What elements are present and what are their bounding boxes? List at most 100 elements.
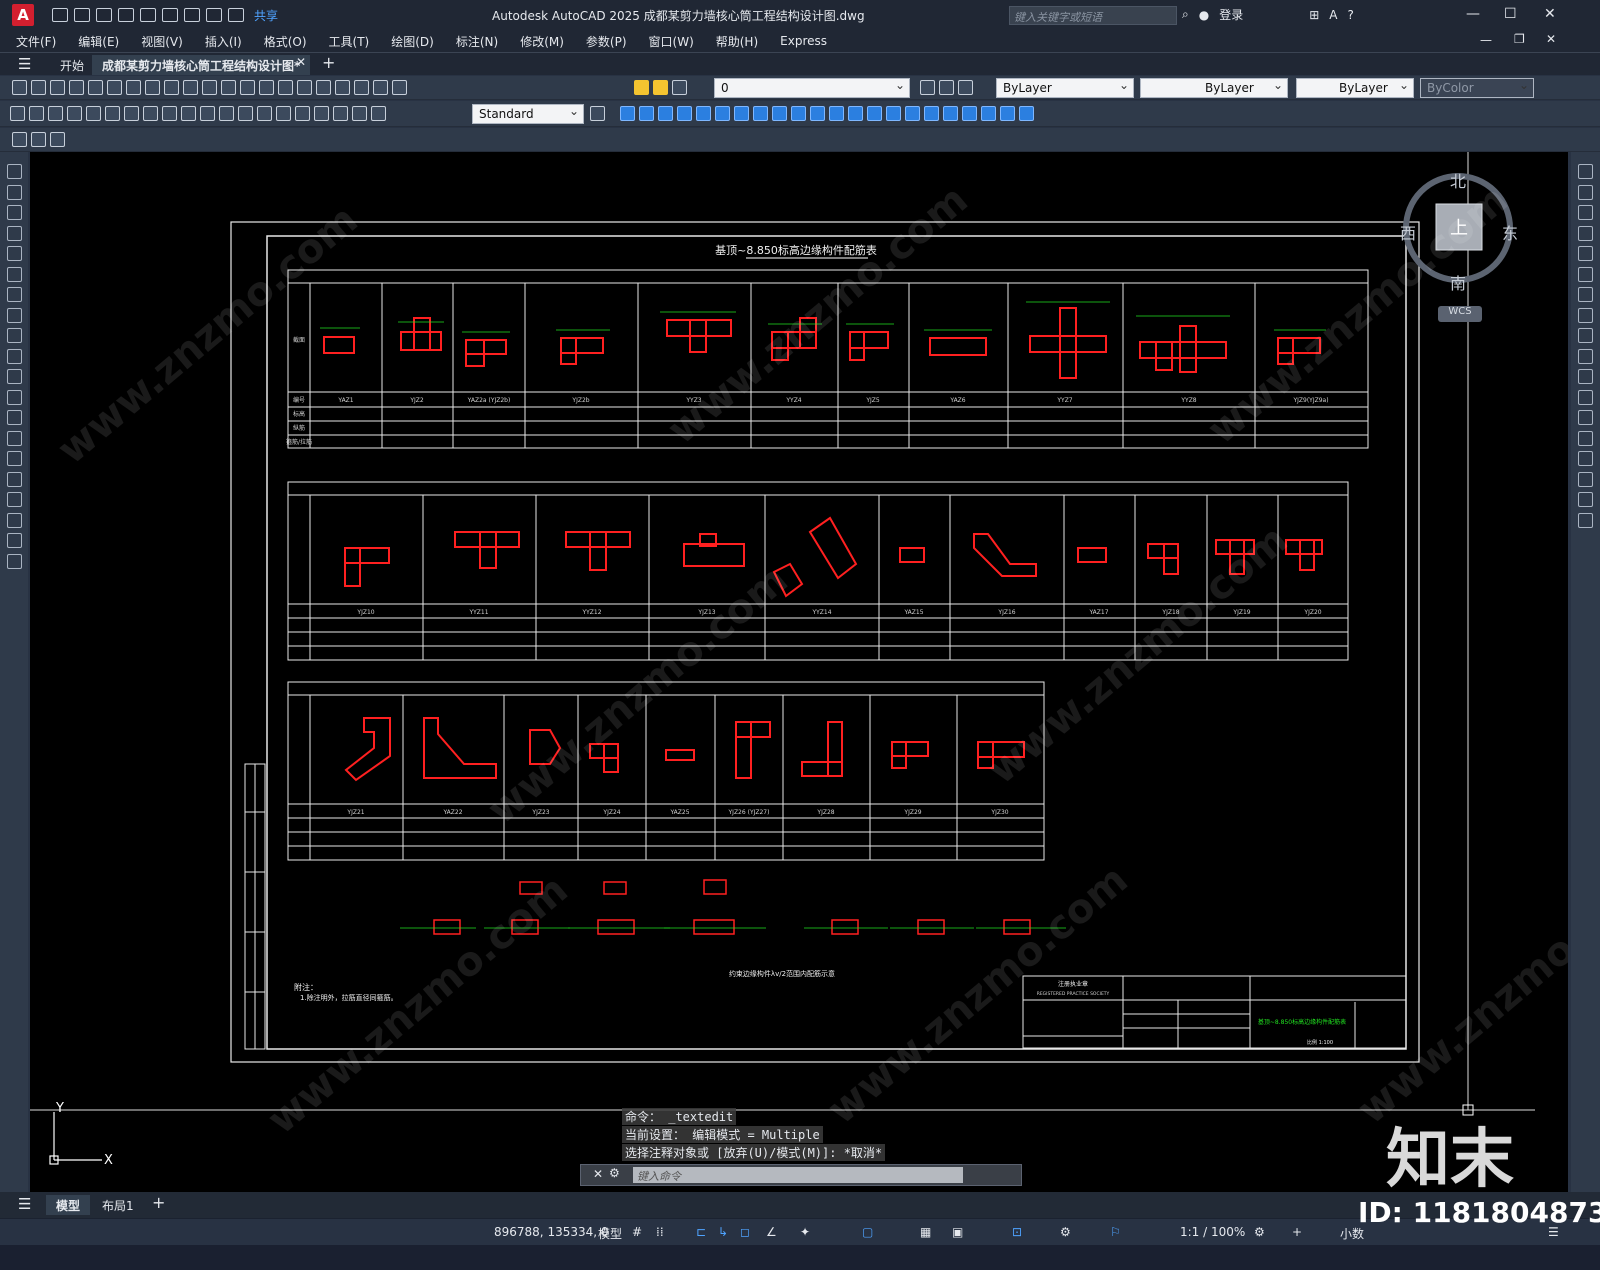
selection-cycling-icon[interactable]: ▣ <box>952 1225 963 1239</box>
copy-icon[interactable] <box>1578 184 1593 200</box>
trim-icon[interactable] <box>1578 348 1593 364</box>
open-icon[interactable] <box>31 80 46 95</box>
doc-close-icon[interactable]: ✕ <box>1546 32 1556 46</box>
helix-icon[interactable] <box>753 106 768 121</box>
center-mark-icon[interactable] <box>276 106 291 121</box>
torus-icon[interactable] <box>715 106 730 121</box>
dynamic-input-icon[interactable]: ✦ <box>800 1225 810 1239</box>
doc-restore-icon[interactable]: ❐ <box>1514 32 1525 46</box>
ordinate-dim-icon[interactable] <box>67 106 82 121</box>
doc-minimize-icon[interactable]: — <box>1480 33 1492 47</box>
annotation-scale-icon[interactable]: ⚐ <box>1110 1225 1121 1239</box>
3d-align-icon[interactable] <box>1019 106 1034 121</box>
save-as-icon[interactable] <box>118 8 134 22</box>
cart-icon[interactable]: ⊞ <box>1309 8 1319 22</box>
design-center-icon[interactable] <box>316 80 331 95</box>
preview-icon[interactable] <box>88 80 103 95</box>
mirror-icon[interactable] <box>1578 205 1593 220</box>
layer-states-icon[interactable] <box>958 80 973 95</box>
publish-icon[interactable] <box>107 80 122 95</box>
paste-icon[interactable] <box>183 80 198 95</box>
jogged-dim-icon[interactable] <box>105 106 120 121</box>
continue-dim-icon[interactable] <box>200 106 215 121</box>
planar-surface-icon[interactable] <box>772 106 787 121</box>
fillet-icon[interactable] <box>1578 471 1593 487</box>
text-style-dropdown[interactable]: Standard <box>472 104 584 124</box>
linetype-dropdown[interactable]: ByLayer <box>1140 78 1288 98</box>
help-search-input[interactable]: 键入关键字或短语 <box>1009 6 1177 25</box>
viewcube-east[interactable]: 东 <box>1502 220 1518 244</box>
dim-space-icon[interactable] <box>219 106 234 121</box>
redo-icon[interactable] <box>240 80 255 95</box>
polysolid-icon[interactable] <box>943 106 958 121</box>
menu-help[interactable]: 帮助(H) <box>716 33 758 50</box>
array-icon[interactable] <box>1578 246 1593 261</box>
dim-text-edit-icon[interactable] <box>352 106 367 121</box>
minimize-window-icon[interactable]: — <box>1466 6 1480 22</box>
otrack-icon[interactable]: ∠ <box>766 1225 777 1239</box>
coordinates-readout[interactable]: 896788, 135334, 0 <box>494 1225 609 1239</box>
region-icon[interactable] <box>7 492 22 507</box>
ortho-icon[interactable]: ⊏ <box>696 1225 706 1239</box>
3d-move-icon[interactable] <box>981 106 996 121</box>
match-prop-icon[interactable] <box>202 80 217 95</box>
redo-icon[interactable] <box>228 8 244 22</box>
ellipse-icon[interactable] <box>7 348 22 364</box>
web-open-icon[interactable] <box>140 8 156 22</box>
offset-icon[interactable] <box>1578 225 1593 241</box>
menu-parametric[interactable]: 参数(P) <box>586 33 627 50</box>
arc-icon[interactable] <box>7 266 22 282</box>
arc-dim-icon[interactable] <box>48 106 63 121</box>
layer-lock-icon[interactable] <box>672 80 687 95</box>
linear-dim-icon[interactable] <box>10 106 25 121</box>
sweep-icon[interactable] <box>829 106 844 121</box>
revolve-icon[interactable] <box>848 106 863 121</box>
dim-update-icon[interactable] <box>371 106 386 121</box>
plotstyle-dropdown[interactable]: ByColor <box>1420 78 1534 98</box>
break-icon[interactable] <box>1578 410 1593 425</box>
dim-style-icon[interactable] <box>590 106 605 121</box>
blend-icon[interactable] <box>1578 492 1593 507</box>
loft-icon[interactable] <box>867 106 882 121</box>
copy-icon[interactable] <box>164 80 179 95</box>
model-space-button[interactable]: 模型 <box>598 1225 622 1242</box>
cylinder-icon[interactable] <box>696 106 711 121</box>
plot-icon[interactable] <box>69 80 84 95</box>
viewcube-north[interactable]: 北 <box>1450 168 1466 192</box>
tab-drawing[interactable]: 成都某剪力墙核心筒工程结构设计图* <box>92 55 311 75</box>
transparency-icon[interactable]: ▦ <box>920 1225 931 1239</box>
tab-model[interactable]: 模型 <box>46 1195 91 1215</box>
tab-layout1[interactable]: 布局1 <box>92 1195 144 1215</box>
pyramid-icon[interactable] <box>734 106 749 121</box>
web-save-icon[interactable] <box>162 8 178 22</box>
open-file-icon[interactable] <box>74 8 90 22</box>
layout-menu-icon[interactable]: ☰ <box>18 1195 31 1213</box>
diameter-dim-icon[interactable] <box>124 106 139 121</box>
ellipse-arc-icon[interactable] <box>7 369 22 384</box>
inspect-icon[interactable] <box>295 106 310 121</box>
jogged-linear-icon[interactable] <box>314 106 329 121</box>
menu-format[interactable]: 格式(O) <box>264 33 307 50</box>
menu-edit[interactable]: 编辑(E) <box>78 33 119 50</box>
box-icon[interactable] <box>620 106 635 121</box>
make-current-icon[interactable] <box>920 80 935 95</box>
radius-dim-icon[interactable] <box>86 106 101 121</box>
hatch-icon[interactable] <box>7 451 22 466</box>
search-icon[interactable]: ⌕ <box>1182 7 1189 22</box>
tab-start[interactable]: 开始 <box>50 55 94 75</box>
erase-icon[interactable] <box>1578 164 1593 179</box>
share-button[interactable]: 共享 <box>254 7 278 24</box>
properties-icon[interactable] <box>297 80 312 95</box>
menu-dimension[interactable]: 标注(N) <box>456 33 498 50</box>
drawing-canvas[interactable]: 基顶~8.850标高边缘构件配筋表 YAZ1 YJZ2 YAZ2a (YJZ2b… <box>30 152 1568 1192</box>
3d-osnap-icon[interactable]: ⊡ <box>1012 1225 1022 1239</box>
tab-close-icon[interactable]: ✕ <box>296 55 306 69</box>
menu-file[interactable]: 文件(F) <box>16 33 56 50</box>
menu-draw[interactable]: 绘图(D) <box>391 33 434 50</box>
close-command-icon[interactable]: ✕ <box>593 1167 603 1181</box>
undo-icon[interactable] <box>221 80 236 95</box>
hamburger-menu-icon[interactable]: ☰ <box>18 55 31 73</box>
insert-block-icon[interactable] <box>7 389 22 405</box>
undo-icon[interactable] <box>206 8 222 22</box>
annotation-visibility-icon[interactable]: ⚙ <box>1060 1225 1071 1239</box>
